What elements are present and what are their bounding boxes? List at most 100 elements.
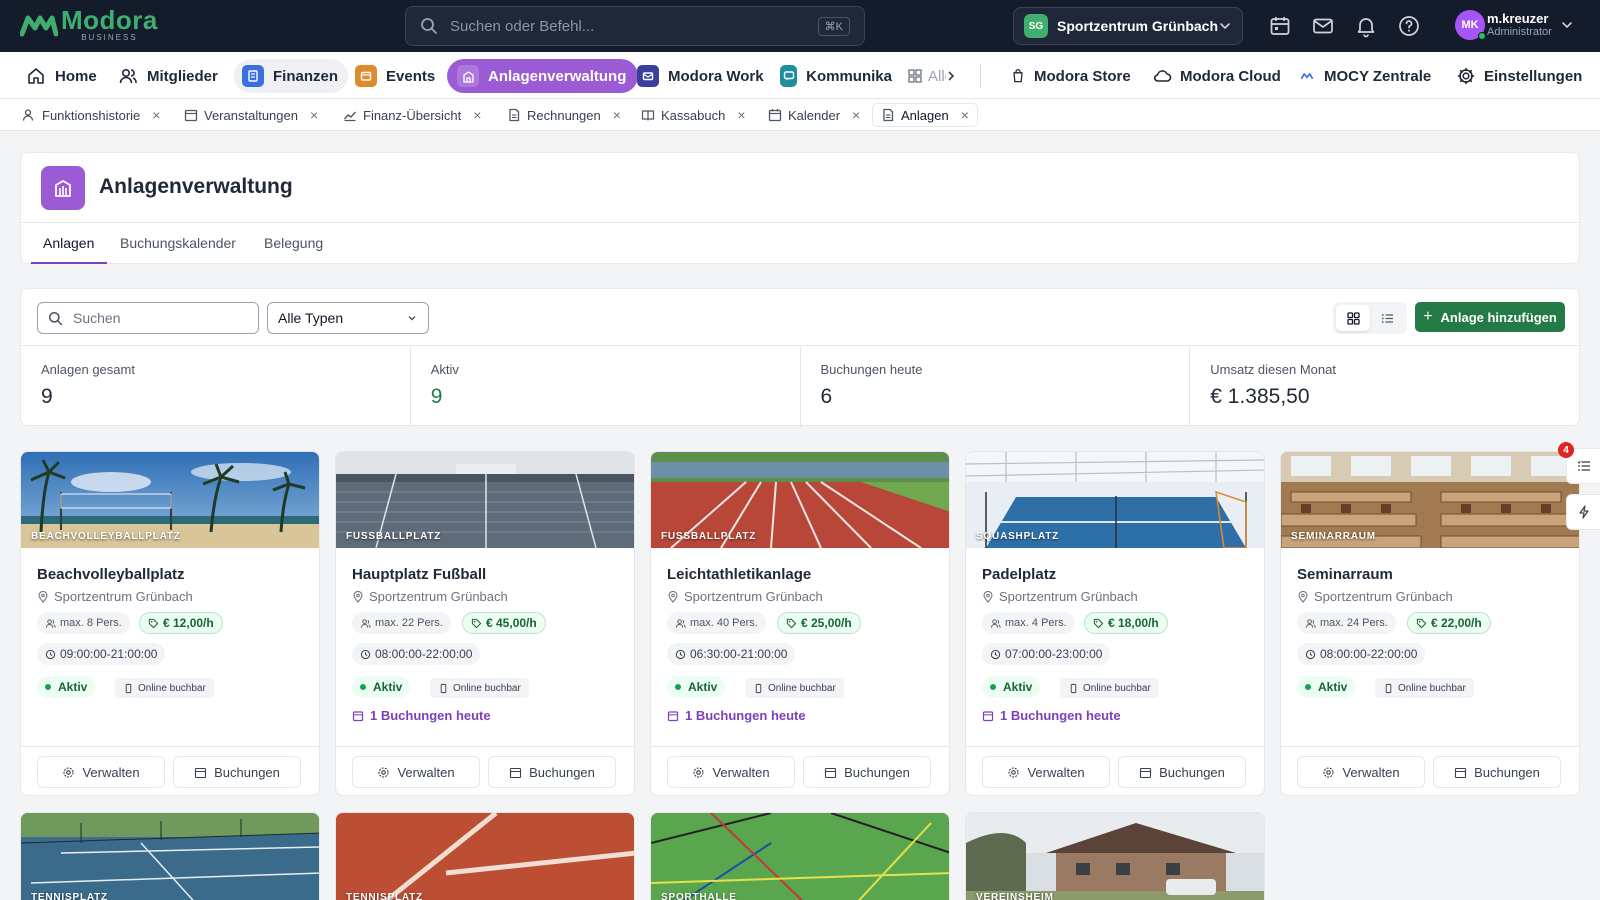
stats-row: Anlagen gesamt 9 Aktiv 9 Buchungen heute 6 … — [21, 345, 1579, 427]
tab-kassabuch[interactable]: Kassabuch × — [641, 103, 746, 127]
online-indicator — [1478, 32, 1486, 40]
nav-cloud[interactable]: Modora Cloud — [1152, 59, 1281, 93]
subtab-belegung[interactable]: Belegung — [264, 235, 323, 251]
nav-modora-work[interactable]: Modora Work — [637, 59, 764, 93]
clock-icon — [675, 649, 686, 659]
user-menu[interactable]: MK m.kreuzer Administrator — [1455, 10, 1574, 40]
nav-communication[interactable]: Kommunika — [780, 59, 892, 93]
manage-button[interactable]: Verwalten — [37, 756, 165, 788]
search-placeholder: Suchen oder Befehl... — [450, 17, 595, 35]
status-badge: Aktiv — [37, 676, 96, 698]
bookings-today-link[interactable]: 1 Buchungen heute — [667, 708, 806, 723]
quick-actions-widget[interactable] — [1566, 494, 1600, 530]
top-bar: Modora BUSINESS Suchen oder Befehl... ⌘K… — [0, 0, 1600, 52]
facility-type: SQUASHPLATZ — [976, 531, 1060, 542]
facility-type: FUSSBALLPLATZ — [661, 531, 757, 542]
tag-icon — [1416, 618, 1427, 628]
bookings-button[interactable]: Buchungen — [173, 756, 301, 788]
manage-button[interactable]: Verwalten — [1297, 756, 1425, 788]
tab-funktionshistorie[interactable]: Funktionshistorie × — [22, 103, 160, 127]
clock-icon — [990, 649, 1001, 659]
facility-type: VEREINSHEIM — [976, 892, 1054, 900]
main-navigation: Home Mitglieder Finanzen Events Anlagenv… — [0, 52, 1600, 99]
price-chip: € 25,00/h — [777, 612, 861, 634]
online-bookable-badge: Online buchbar — [745, 678, 844, 698]
close-icon[interactable]: × — [310, 107, 318, 123]
nav-mocy[interactable]: MOCY Zentrale — [1300, 59, 1431, 93]
tag-icon — [148, 618, 159, 628]
grid-icon — [1346, 311, 1360, 325]
close-icon[interactable]: × — [961, 107, 969, 123]
facility-type: TENNISPLATZ — [31, 892, 108, 900]
lightning-icon — [1578, 505, 1589, 519]
mail-icon[interactable] — [1311, 14, 1335, 38]
facility-card: TENNISPLATZ — [335, 812, 635, 900]
nav-members[interactable]: Mitglieder — [118, 59, 218, 93]
task-list-icon — [1577, 460, 1590, 471]
tab-finanz-uebersicht[interactable]: Finanz-Übersicht × — [343, 103, 481, 127]
events-icon — [355, 65, 377, 87]
calendar-icon[interactable] — [1268, 14, 1292, 38]
location-pin-icon — [1298, 590, 1308, 603]
close-icon[interactable]: × — [152, 107, 160, 123]
manage-button[interactable]: Verwalten — [982, 756, 1110, 788]
bookings-button[interactable]: Buchungen — [1433, 756, 1561, 788]
users-icon — [119, 68, 137, 84]
calendar-icon — [510, 767, 522, 778]
nav-store[interactable]: Modora Store — [1010, 59, 1131, 93]
bookings-button[interactable]: Buchungen — [1118, 756, 1246, 788]
facility-card: BEACHVOLLEYBALLPLATZ Beachvolleyballplat… — [20, 451, 320, 796]
org-name: Sportzentrum Grünbach — [1057, 18, 1219, 34]
subtab-anlagen[interactable]: Anlagen — [43, 235, 94, 251]
facility-type: SEMINARRAUM — [1291, 531, 1376, 542]
search-placeholder: Suchen — [73, 310, 121, 326]
grid-view-button[interactable] — [1336, 305, 1370, 331]
nav-home[interactable]: Home — [26, 59, 97, 93]
bookings-today-link[interactable]: 1 Buchungen heute — [352, 708, 491, 723]
list-view-button[interactable] — [1370, 305, 1404, 331]
close-icon[interactable]: × — [613, 107, 621, 123]
close-icon[interactable]: × — [852, 107, 860, 123]
clock-icon — [360, 649, 371, 659]
bookings-today-link[interactable]: 1 Buchungen heute — [982, 708, 1121, 723]
facility-location: Sportzentrum Grünbach — [1297, 589, 1453, 604]
close-icon[interactable]: × — [737, 107, 745, 123]
hours-chip: 08:00:00-22:00:00 — [352, 643, 481, 665]
tag-icon — [471, 618, 482, 628]
tab-veranstaltungen[interactable]: Veranstaltungen × — [184, 103, 318, 127]
facility-image: TENNISPLATZ — [21, 813, 319, 900]
facility-name: Seminarraum — [1297, 566, 1393, 583]
tab-anlagen[interactable]: Anlagen × — [872, 103, 978, 127]
facility-card: SQUASHPLATZ Padelplatz Sportzentrum Grün… — [965, 451, 1265, 796]
gear-icon — [63, 766, 75, 778]
help-icon[interactable] — [1397, 14, 1421, 38]
user-name: m.kreuzer — [1487, 10, 1549, 26]
organization-switcher[interactable]: SG Sportzentrum Grünbach — [1013, 7, 1243, 45]
logo[interactable]: Modora BUSINESS — [20, 7, 158, 42]
global-search[interactable]: Suchen oder Befehl... ⌘K — [405, 6, 865, 46]
close-icon[interactable]: × — [473, 107, 481, 123]
add-facility-button[interactable]: + Anlage hinzufügen — [1415, 302, 1565, 332]
manage-button[interactable]: Verwalten — [352, 756, 480, 788]
facility-image: SPORTHALLE — [651, 813, 949, 900]
tennis-court-photo-icon — [21, 813, 319, 900]
subtab-buchungskalender[interactable]: Buchungskalender — [120, 235, 236, 251]
org-badge: SG — [1024, 14, 1048, 38]
tab-kalender[interactable]: Kalender × — [768, 103, 860, 127]
nav-events[interactable]: Events — [355, 59, 435, 93]
bell-icon[interactable] — [1354, 14, 1378, 38]
nav-finance[interactable]: Finanzen — [234, 59, 349, 93]
tab-rechnungen[interactable]: Rechnungen × — [507, 103, 621, 127]
nav-settings[interactable]: Einstellungen — [1456, 59, 1582, 93]
type-filter-select[interactable]: Alle Typen — [267, 302, 429, 334]
header-divider — [21, 222, 1579, 223]
card-divider — [651, 746, 949, 747]
facility-location: Sportzentrum Grünbach — [37, 589, 193, 604]
bookings-button[interactable]: Buchungen — [803, 756, 931, 788]
facility-search-input[interactable]: Suchen — [37, 302, 259, 334]
nav-facilities[interactable]: Anlagenverwaltung — [447, 59, 639, 93]
bookings-button[interactable]: Buchungen — [488, 756, 616, 788]
book-icon — [641, 110, 655, 121]
nav-all-modules[interactable]: Alle — [908, 59, 956, 93]
manage-button[interactable]: Verwalten — [667, 756, 795, 788]
